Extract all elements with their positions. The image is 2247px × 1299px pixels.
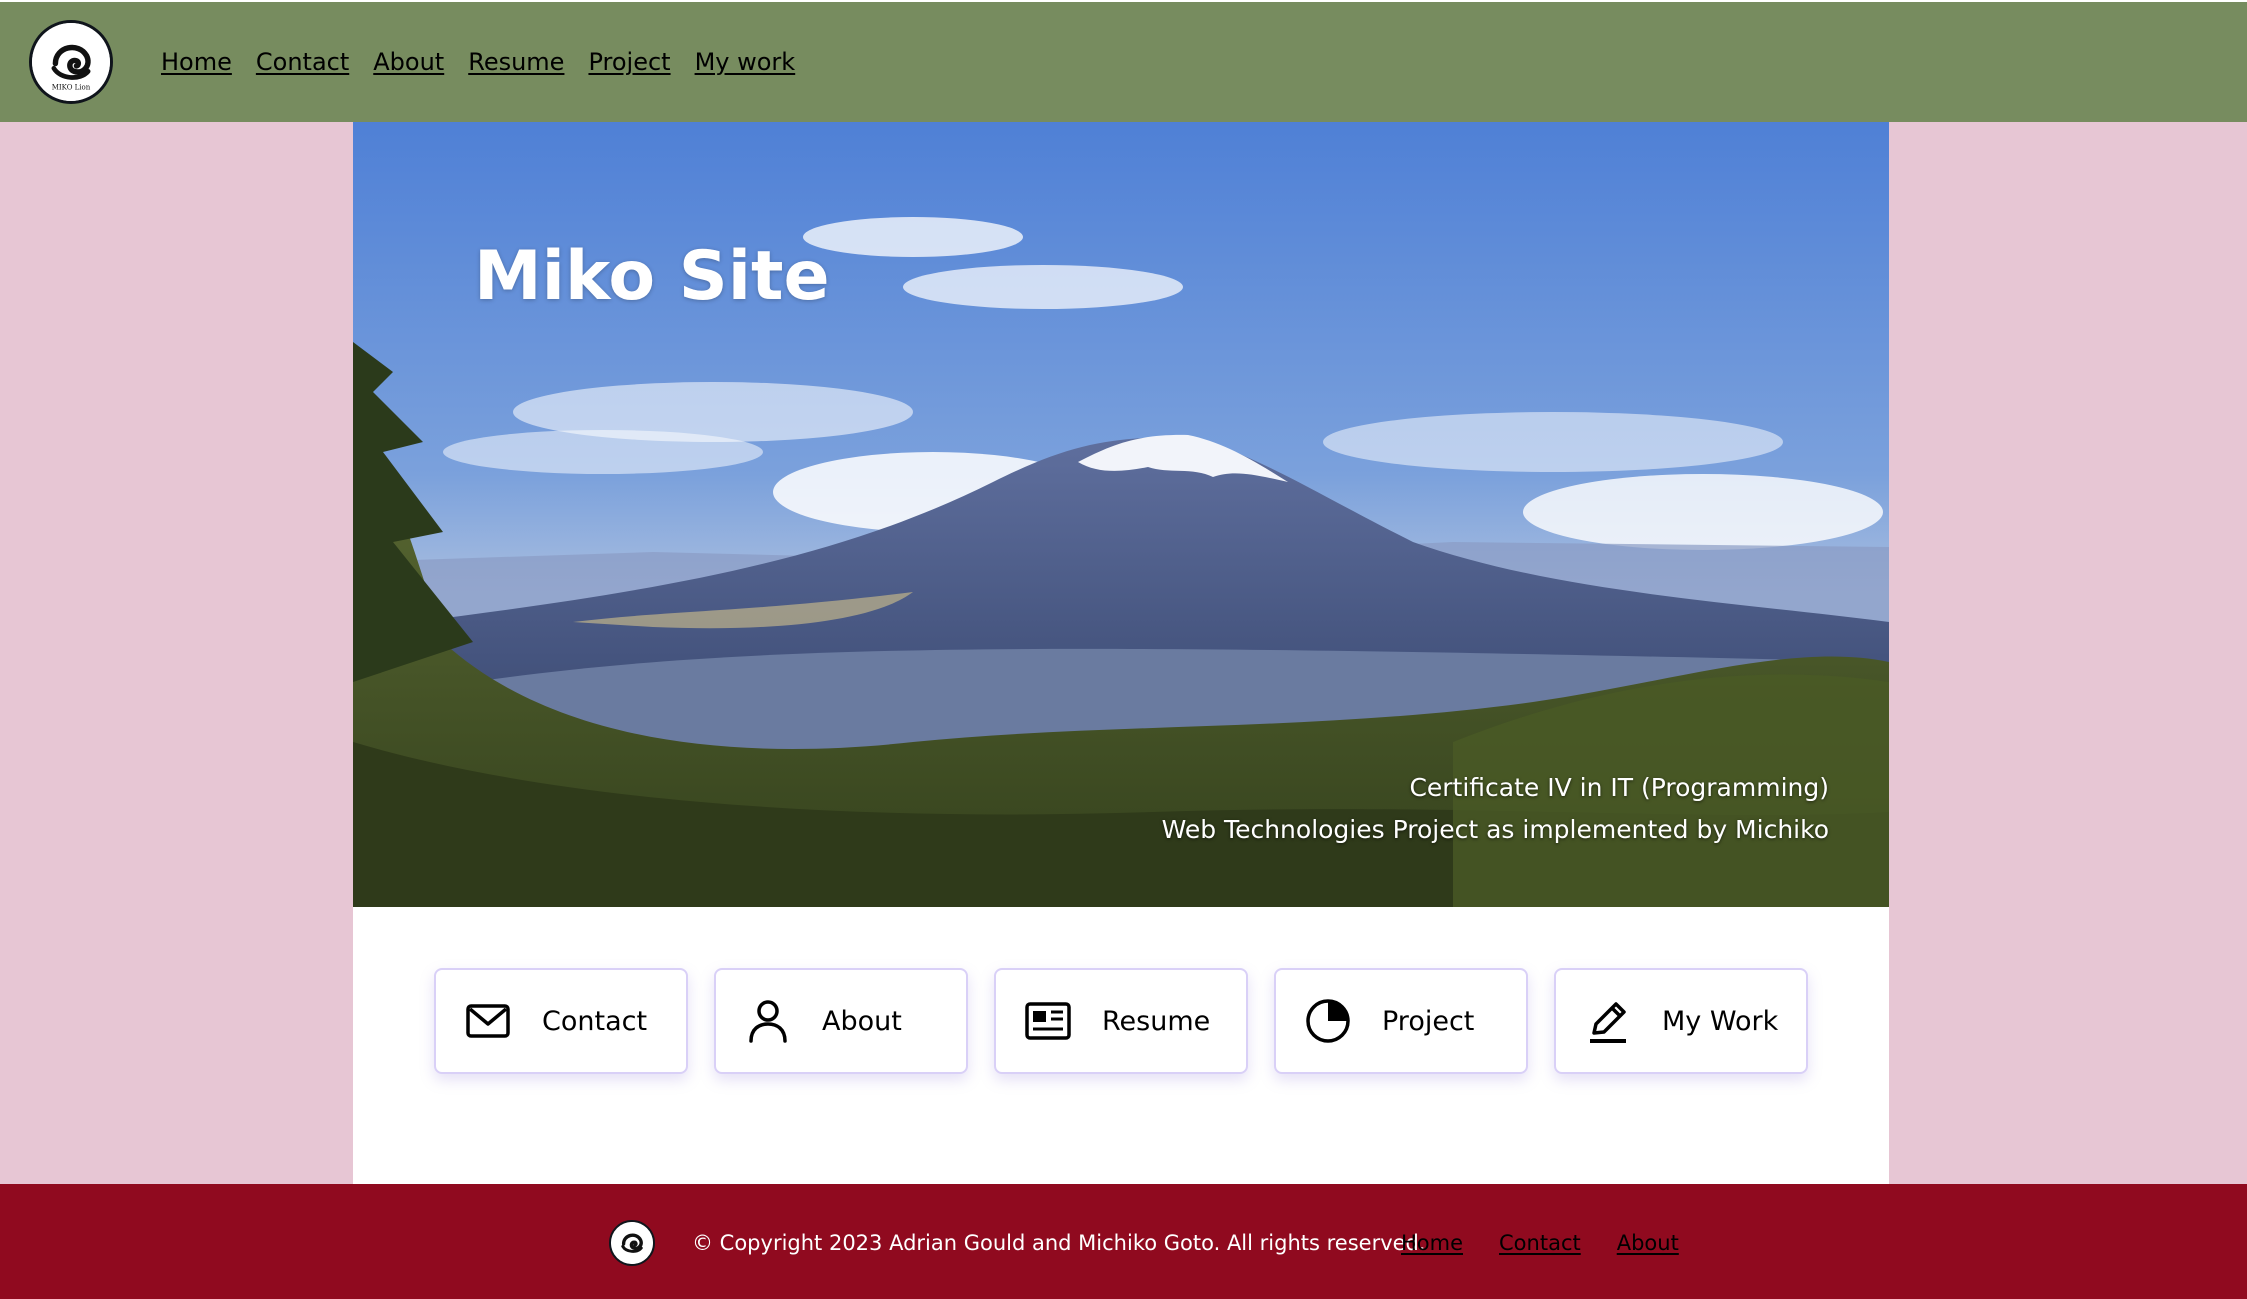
hero-title: Miko Site	[474, 237, 830, 316]
logo-image: MIKO Lion	[32, 23, 110, 101]
hero-subtitle-line-1: Certificate IV in IT (Programming)	[1409, 773, 1829, 802]
nav-link-resume[interactable]: Resume	[468, 48, 564, 76]
hero-subtitle: Certificate IV in IT (Programming) Web T…	[1162, 767, 1829, 851]
my-work-card[interactable]: My Work	[1554, 968, 1808, 1074]
project-card[interactable]: Project	[1274, 968, 1528, 1074]
nav-link-contact[interactable]: Contact	[256, 48, 349, 76]
contact-card[interactable]: Contact	[434, 968, 688, 1074]
footer-nav: Home Contact About	[1401, 1231, 1679, 1255]
site-footer: © Copyright 2023 Adrian Gould and Michik…	[0, 1184, 2247, 1299]
nav-link-home[interactable]: Home	[161, 48, 232, 76]
project-card-label: Project	[1382, 1005, 1475, 1037]
main-content: Miko Site Certificate IV in IT (Programm…	[353, 122, 1889, 1184]
footer-logo-icon	[609, 1220, 655, 1266]
contact-card-label: Contact	[542, 1005, 648, 1037]
user-icon	[744, 997, 792, 1045]
copyright-text: © Copyright 2023 Adrian Gould and Michik…	[692, 1231, 1426, 1255]
footer-link-contact[interactable]: Contact	[1499, 1231, 1581, 1255]
pie-chart-icon	[1304, 997, 1352, 1045]
hero-banner: Miko Site Certificate IV in IT (Programm…	[353, 122, 1889, 907]
newspaper-icon	[1024, 997, 1072, 1045]
nav-link-project[interactable]: Project	[588, 48, 670, 76]
envelope-icon	[464, 997, 512, 1045]
hero-subtitle-line-2: Web Technologies Project as implemented …	[1161, 815, 1829, 844]
my-work-card-label: My Work	[1662, 1005, 1779, 1037]
resume-card-label: Resume	[1102, 1005, 1211, 1037]
footer-link-about[interactable]: About	[1617, 1231, 1679, 1255]
about-card-label: About	[822, 1005, 902, 1037]
pencil-icon	[1584, 997, 1632, 1045]
site-header: MIKO Lion Home Contact About Resume Proj…	[0, 0, 2247, 122]
about-card[interactable]: About	[714, 968, 968, 1074]
resume-card[interactable]: Resume	[994, 968, 1248, 1074]
main-nav: Home Contact About Resume Project My wor…	[161, 48, 795, 76]
nav-link-my-work[interactable]: My work	[695, 48, 796, 76]
svg-text:MIKO Lion: MIKO Lion	[52, 82, 91, 91]
logo-icon[interactable]: MIKO Lion	[29, 20, 113, 104]
quick-links: Contact About Resume Project My Work	[434, 968, 1808, 1074]
nav-link-about[interactable]: About	[373, 48, 444, 76]
footer-link-home[interactable]: Home	[1401, 1231, 1463, 1255]
